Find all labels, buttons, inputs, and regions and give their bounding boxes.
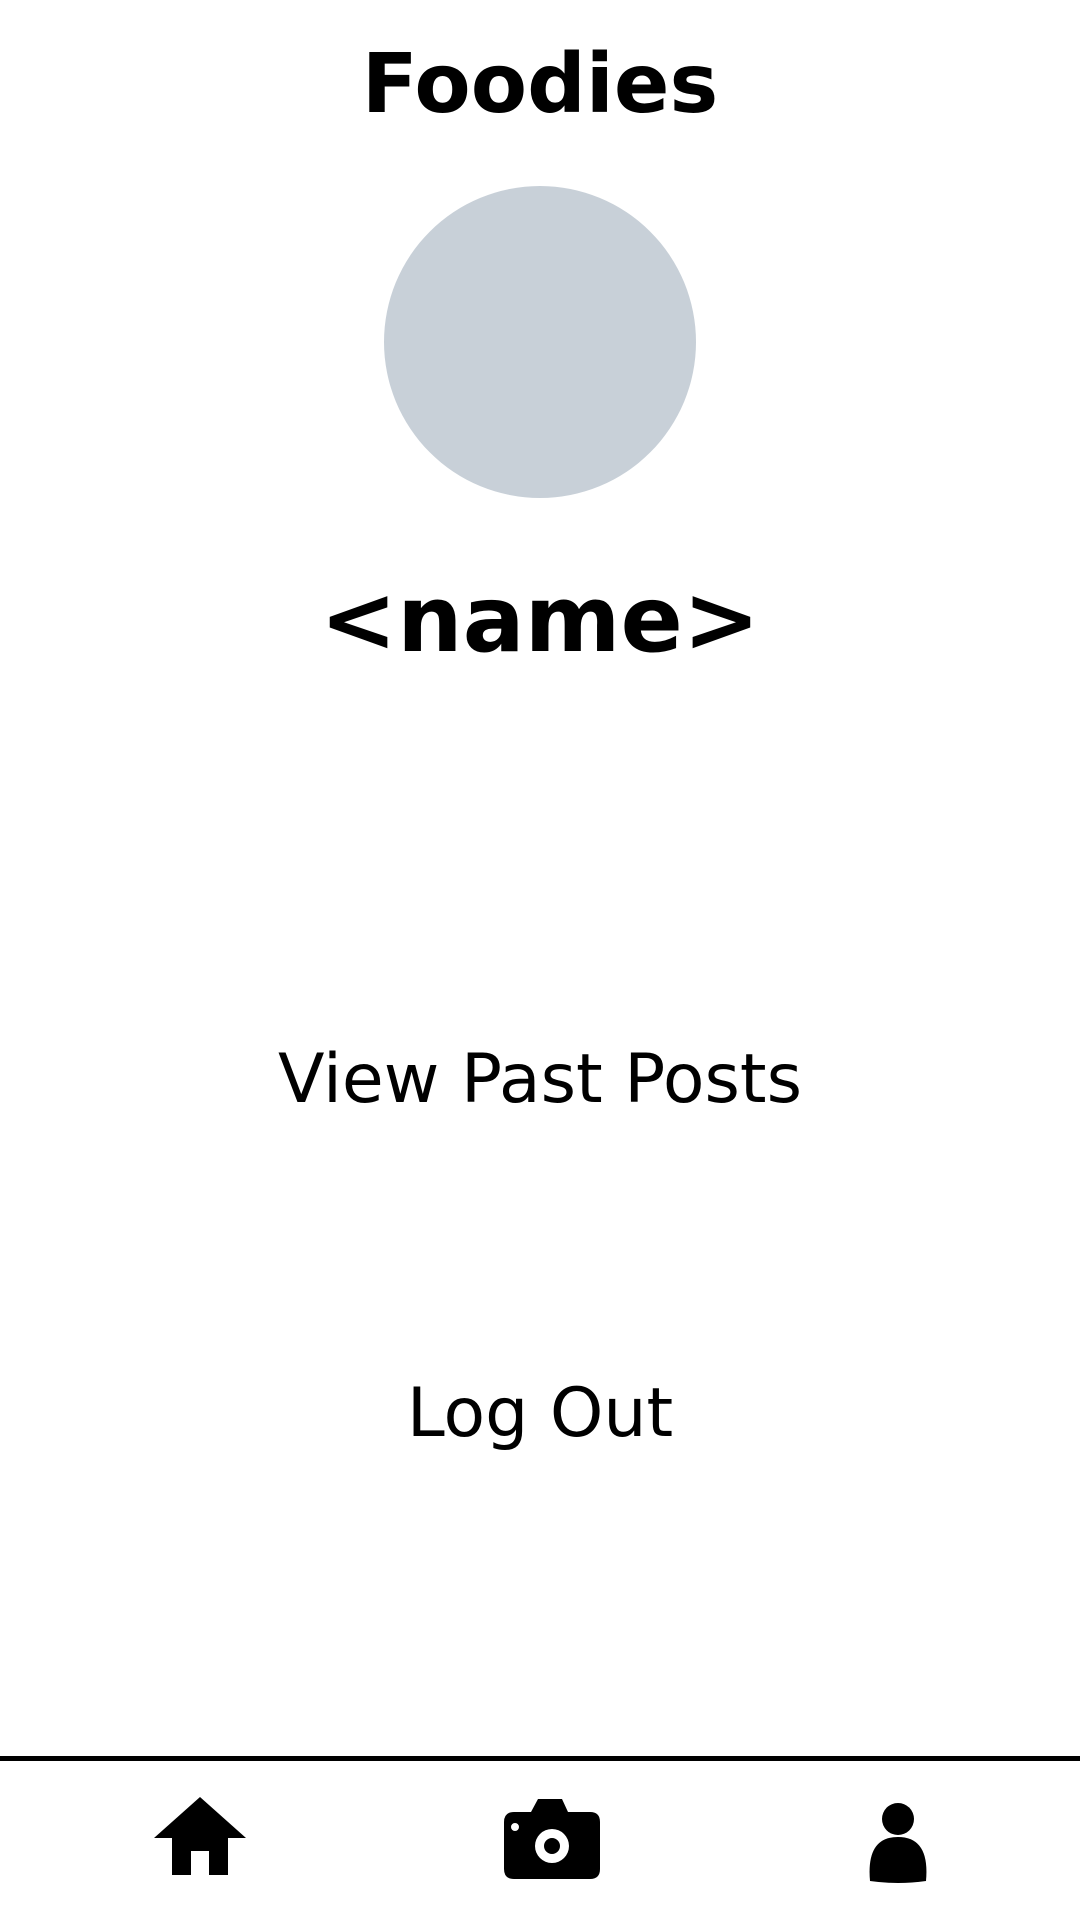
avatar bbox=[384, 186, 696, 498]
nav-profile-button[interactable] bbox=[720, 1761, 1080, 1920]
bottom-navigation-bar bbox=[0, 1756, 1080, 1920]
view-past-posts-button[interactable]: View Past Posts bbox=[0, 1040, 1080, 1120]
home-icon bbox=[154, 1797, 246, 1875]
log-out-button[interactable]: Log Out bbox=[0, 1374, 1080, 1454]
nav-home-button[interactable] bbox=[0, 1761, 360, 1920]
camera-icon bbox=[504, 1799, 600, 1879]
app-title: Foodies bbox=[361, 37, 719, 132]
profile-name: <name> bbox=[319, 566, 760, 673]
nav-camera-button[interactable] bbox=[360, 1761, 720, 1920]
person-icon bbox=[869, 1803, 927, 1883]
